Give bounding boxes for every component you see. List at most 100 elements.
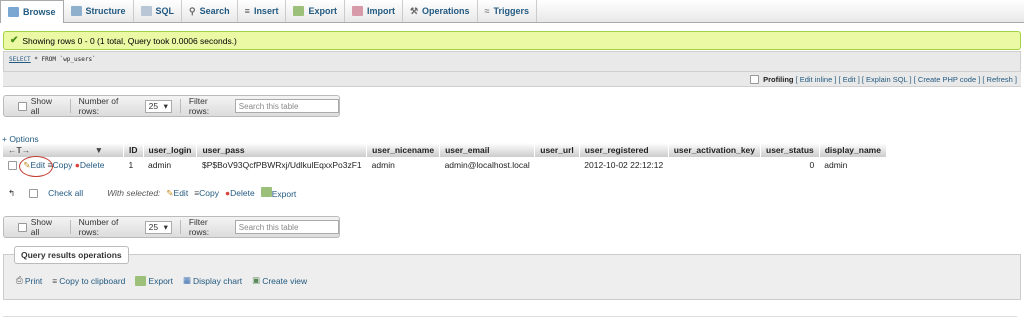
cell-id: 1 [123, 157, 143, 173]
column-header-user-login[interactable]: user_login [143, 143, 198, 157]
cell-user-email: admin@localhost.local [439, 157, 535, 173]
edit-inline-link[interactable]: [ Edit inline ] [796, 75, 837, 84]
tab-search[interactable]: ⚲ Search [182, 0, 238, 22]
row-delete-button[interactable]: ●Delete [75, 160, 105, 170]
table-header-row: ←T→ ▼ ID user_login user_pass user_nicen… [3, 143, 887, 157]
divider [179, 220, 181, 234]
import-icon [351, 6, 363, 16]
dropdown-arrow-icon: ▾ [163, 221, 168, 232]
bulk-edit-button[interactable]: ✎Edit [166, 188, 188, 199]
create-php-code-link[interactable]: [ Create PHP code ] [914, 75, 981, 84]
column-header-user-email[interactable]: user_email [439, 143, 536, 157]
bulk-export-button[interactable]: Export [260, 187, 296, 199]
sql-query-box: SELECT * FROM `wp_users` [3, 51, 1021, 72]
show-all-label: Show all [30, 96, 52, 116]
export-icon [293, 6, 305, 16]
browse-icon [8, 7, 19, 17]
tab-operations[interactable]: ⚒ Operations [403, 0, 478, 22]
display-chart-link[interactable]: ▦ Display chart [183, 275, 242, 286]
chart-icon: ▦ [183, 275, 192, 285]
create-view-link[interactable]: ▣ Create view [252, 275, 307, 286]
bottom-divider [3, 316, 1017, 317]
sql-query-text: * FROM `wp_users` [30, 56, 96, 63]
column-header-user-url[interactable]: user_url [534, 143, 580, 157]
profiling-bar: Profiling [ Edit inline ] [ Edit ] [ Exp… [3, 72, 1021, 87]
print-link[interactable]: ⎙ Print [16, 275, 42, 286]
explain-sql-link[interactable]: [ Explain SQL ] [862, 75, 912, 84]
column-header-user-nicename[interactable]: user_nicename [366, 143, 441, 157]
cell-user-registered: 2012-10-02 22:12:12 [579, 157, 669, 173]
with-selected-label: With selected: [107, 188, 161, 198]
query-ops-links: ⎙ Print ≡ Copy to clipboard Export ▦ Displa… [16, 275, 307, 286]
tab-sql[interactable]: SQL [134, 0, 183, 22]
profiling-checkbox[interactable] [750, 74, 760, 84]
sort-arrow-icon[interactable]: ▼ [95, 145, 103, 155]
check-icon: ✔ [10, 35, 19, 46]
view-icon: ▣ [252, 275, 261, 285]
structure-icon [70, 6, 82, 16]
arrow-up-left-icon: ↰ [8, 187, 16, 198]
with-selected-bar: ↰ Check all With selected: ✎Edit ≡Copy ●… [8, 187, 296, 199]
filter-rows-input[interactable]: Search this table [234, 220, 339, 234]
check-all-checkbox[interactable] [29, 188, 39, 198]
filter-rows-label: Filter rows: [188, 217, 210, 237]
sql-icon [140, 6, 152, 16]
rows-label: Number of rows: [78, 217, 119, 237]
results-table: ←T→ ▼ ID user_login user_pass user_nicen… [3, 143, 887, 173]
cell-user-pass: $P$BoV93QcfPBWRxj/UdlkulEqxxPo3zF1 [196, 157, 367, 173]
check-all-label[interactable]: Check all [48, 188, 83, 198]
tab-insert[interactable]: ≡ Insert [238, 0, 287, 22]
copy-icon: ≡ [52, 275, 58, 286]
cell-user-login: admin [143, 157, 197, 173]
cell-user-url [534, 157, 580, 173]
search-icon: ⚲ [189, 5, 196, 16]
divider [179, 99, 181, 113]
cell-user-activation-key [668, 157, 761, 173]
filter-rows-label: Filter rows: [188, 96, 210, 116]
column-header-display-name[interactable]: display_name [819, 143, 887, 157]
show-all-checkbox[interactable] [18, 101, 27, 111]
refresh-link[interactable]: [ Refresh ] [982, 75, 1017, 84]
bulk-copy-button[interactable]: ≡Copy [194, 188, 219, 198]
column-header-user-registered[interactable]: user_registered [579, 143, 669, 157]
copy-to-clipboard-link[interactable]: ≡ Copy to clipboard [52, 275, 125, 286]
rows-select[interactable]: 25 ▾ [144, 99, 172, 113]
tab-browse[interactable]: Browse [0, 0, 64, 23]
cell-display-name: admin [819, 157, 887, 173]
success-message: ✔ Showing rows 0 - 0 (1 total, Query too… [3, 31, 1021, 50]
tab-triggers[interactable]: ≈ Triggers [478, 0, 538, 22]
show-all-checkbox[interactable] [18, 222, 27, 232]
print-icon: ⎙ [16, 275, 23, 285]
rows-select[interactable]: 25 ▾ [144, 220, 172, 234]
edit-link[interactable]: [ Edit ] [839, 75, 860, 84]
pencil-icon: ✎ [166, 187, 174, 198]
tab-import[interactable]: Import [345, 0, 403, 22]
column-header-user-pass[interactable]: user_pass [196, 143, 368, 157]
triggers-icon: ≈ [484, 6, 490, 16]
insert-icon: ≡ [244, 6, 250, 16]
tab-export[interactable]: Export [286, 0, 345, 22]
export-link[interactable]: Export [135, 275, 173, 286]
tab-bar: Browse Structure SQL ⚲ Search ≡ Insert Exp… [0, 0, 1024, 23]
tab-structure[interactable]: Structure [64, 0, 134, 22]
filter-rows-input[interactable]: Search this table [234, 99, 339, 113]
query-results-operations-title: Query results operations [14, 246, 129, 264]
column-arrows-icon: ←T→ [8, 145, 31, 155]
column-header-id[interactable]: ID [123, 143, 144, 157]
profiling-label: Profiling [763, 74, 794, 84]
column-header-user-status[interactable]: user_status [760, 143, 820, 157]
cell-user-nicename: admin [366, 157, 440, 173]
export-icon [135, 275, 147, 286]
row-checkbox[interactable] [8, 160, 17, 170]
show-all-label: Show all [30, 217, 52, 237]
cell-user-status: 0 [760, 157, 820, 173]
divider [69, 220, 71, 234]
edit-highlight-circle [19, 156, 53, 177]
navigation-bar-top: Show all Number of rows: 25 ▾ Filter rows… [3, 95, 340, 117]
navigation-bar-bottom: Show all Number of rows: 25 ▾ Filter rows… [3, 216, 340, 238]
bulk-delete-button[interactable]: ●Delete [225, 188, 255, 198]
sql-keyword-link[interactable]: SELECT [9, 56, 31, 63]
export-icon [260, 187, 272, 197]
wrench-icon: ⚒ [409, 5, 419, 16]
column-header-user-activation-key[interactable]: user_activation_key [668, 143, 762, 157]
